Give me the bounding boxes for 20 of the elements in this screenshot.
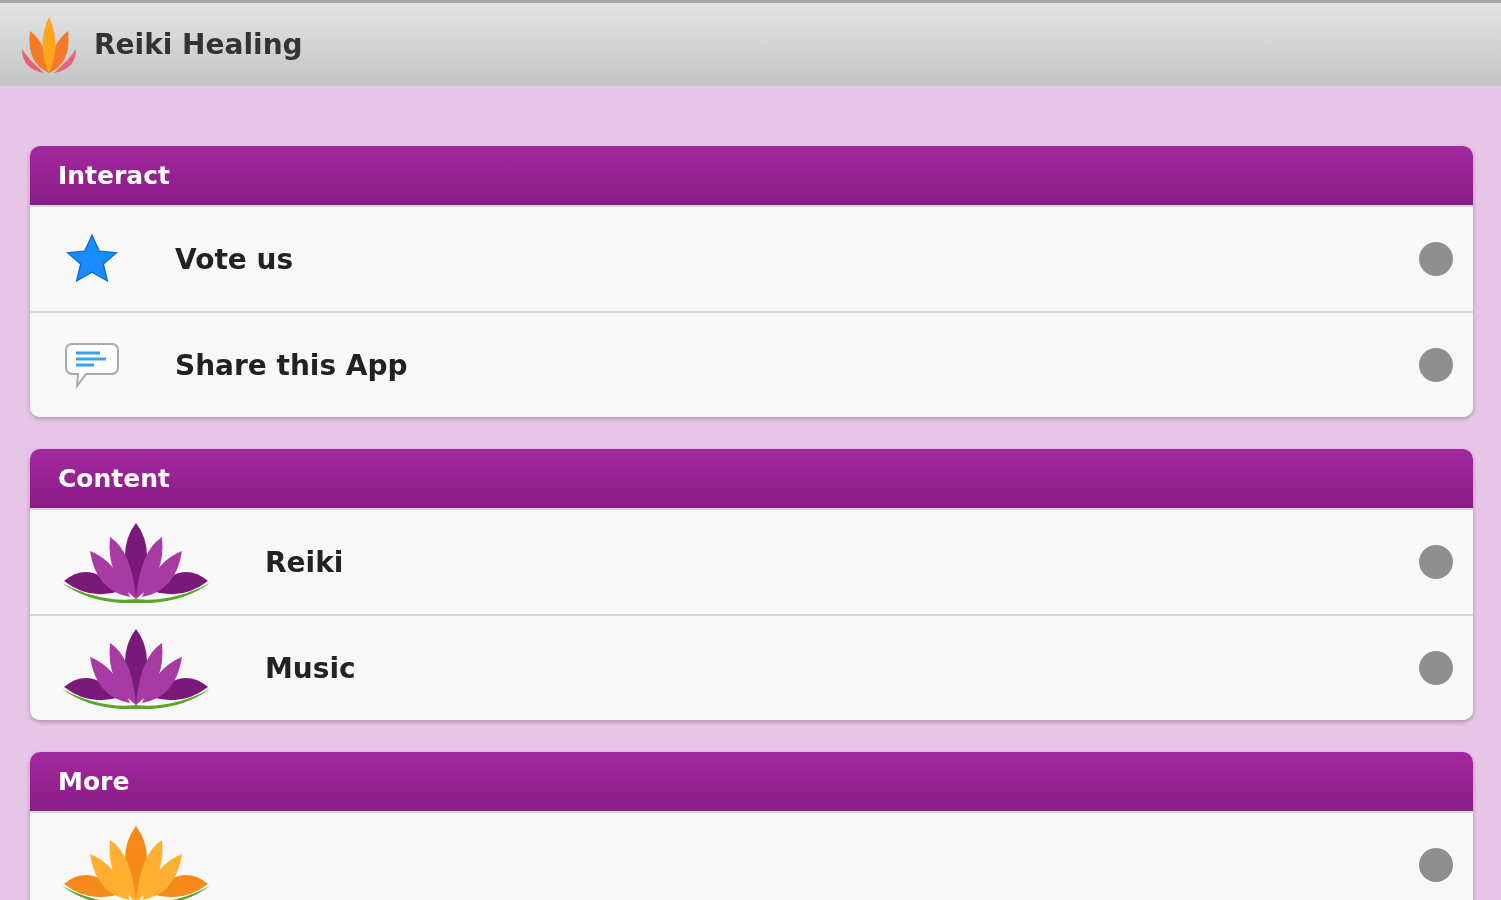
list-item[interactable]: Reiki: [30, 508, 1473, 614]
list-item[interactable]: Vote us: [30, 205, 1473, 311]
dot-icon: [1419, 848, 1453, 882]
item-label: Music: [265, 651, 357, 685]
list-item[interactable]: Music: [30, 614, 1473, 720]
item-label: Share this App: [175, 348, 409, 382]
list-item[interactable]: Share this App: [30, 311, 1473, 417]
app-title: Reiki Healing: [94, 28, 303, 61]
section-header: Content: [30, 449, 1473, 508]
item-label: Reiki: [265, 545, 345, 579]
dot-icon: [1419, 545, 1453, 579]
list-item[interactable]: [30, 811, 1473, 900]
speech-bubble-icon: [64, 340, 120, 390]
dot-icon: [1419, 242, 1453, 276]
dot-icon: [1419, 651, 1453, 685]
star-icon: [64, 233, 120, 285]
item-label: Vote us: [175, 242, 295, 276]
section-header: Interact: [30, 146, 1473, 205]
dot-icon: [1419, 348, 1453, 382]
section-header: More: [30, 752, 1473, 811]
